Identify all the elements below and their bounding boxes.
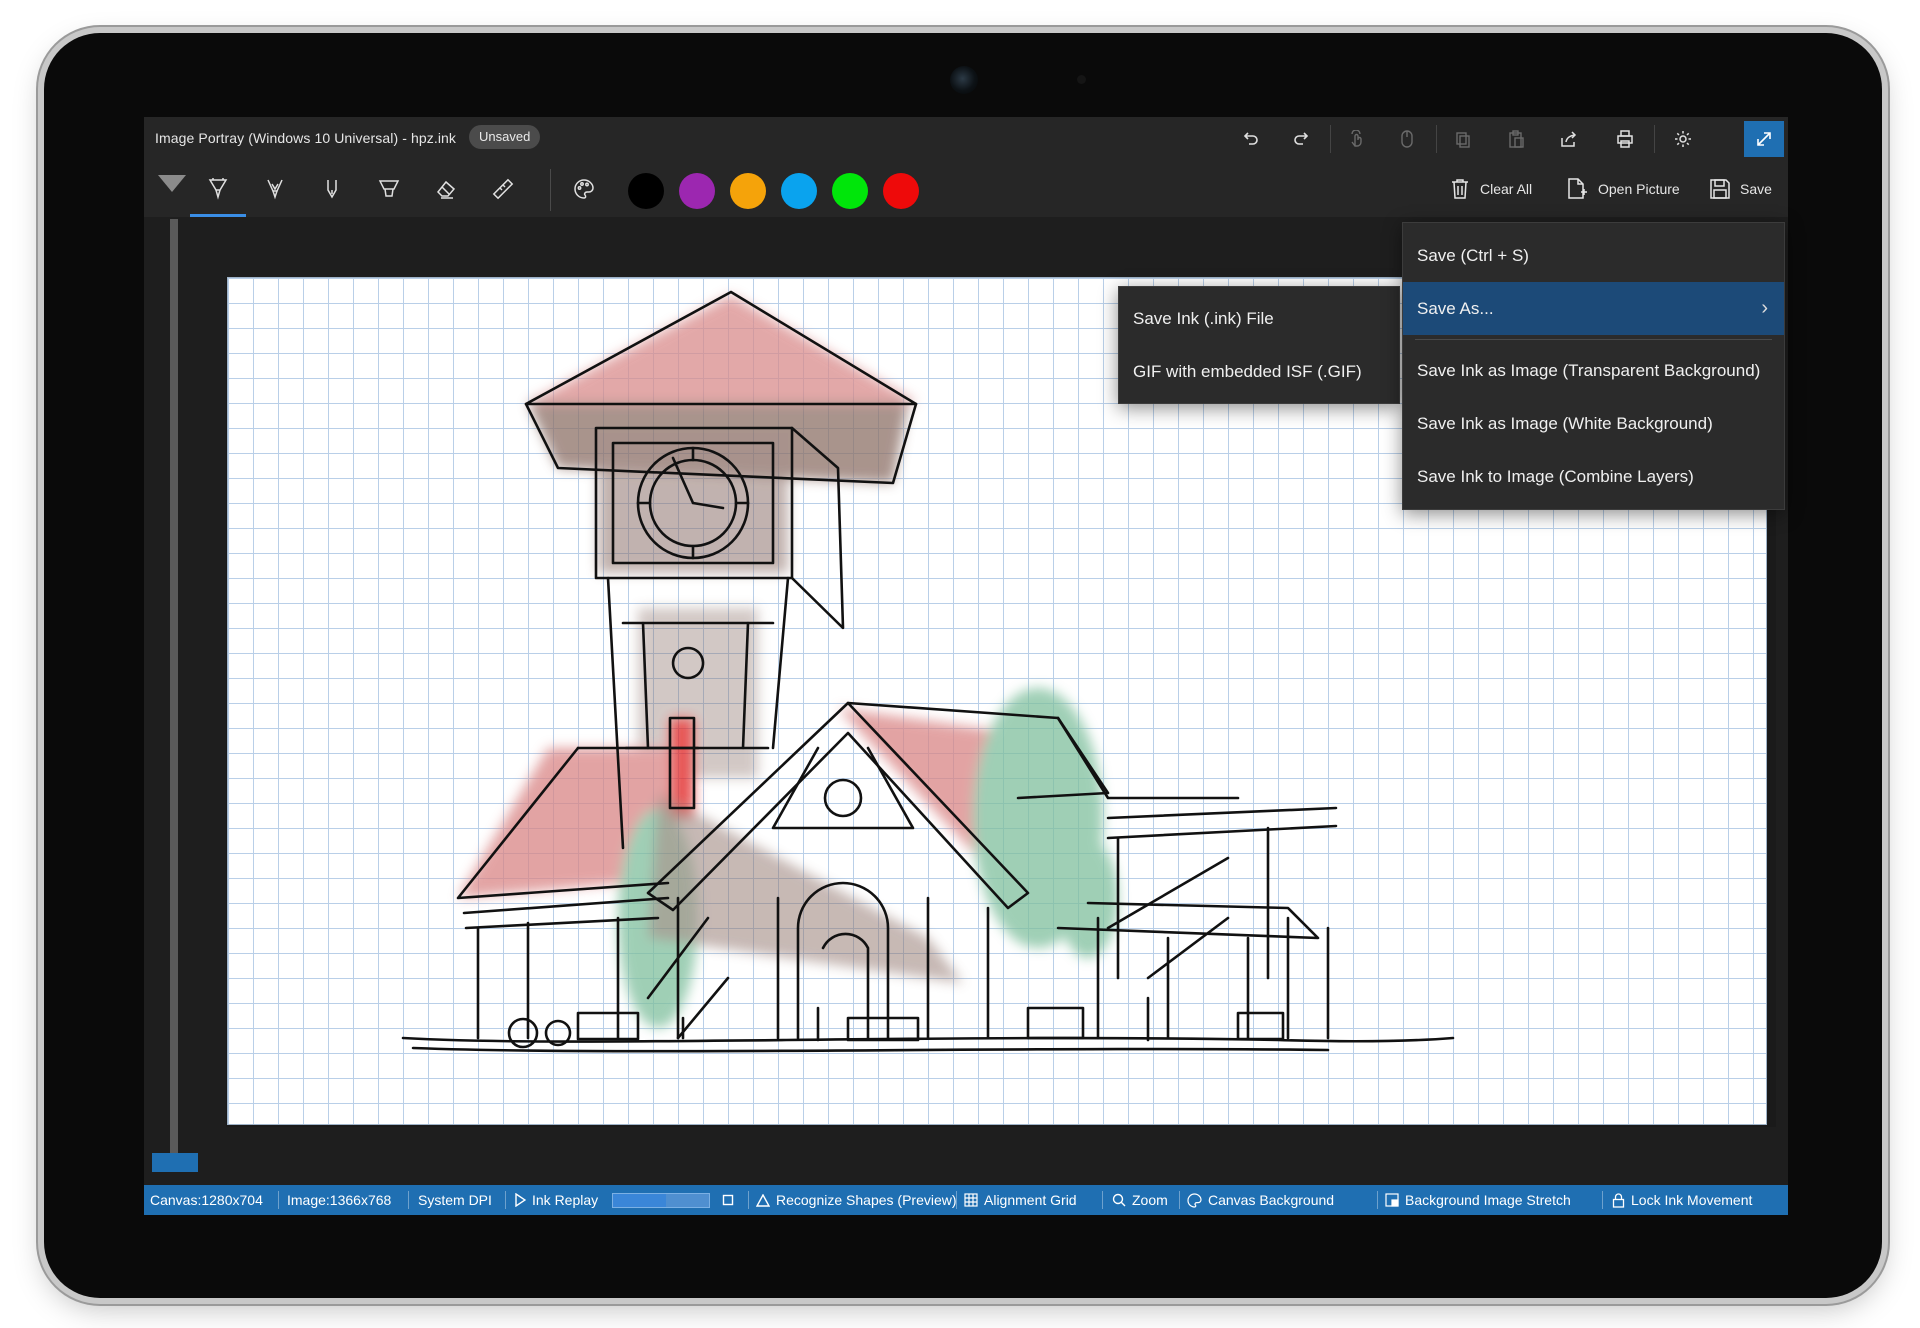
save-as-label: Save As... <box>1417 299 1494 318</box>
save-ink-combine-item[interactable]: Save Ink to Image (Combine Layers) <box>1403 450 1784 503</box>
stretch-icon <box>1385 1193 1399 1207</box>
light-sensor <box>1077 75 1086 84</box>
unsaved-badge: Unsaved <box>469 125 541 149</box>
magnifier-icon <box>1112 1193 1126 1207</box>
save-as-item[interactable]: Save As... › <box>1403 282 1784 335</box>
ink-replay-button[interactable]: Ink Replay <box>514 1185 598 1215</box>
front-camera <box>950 66 978 94</box>
save-label: Save <box>1740 181 1772 197</box>
save-ink-combine-label: Save Ink to Image (Combine Layers) <box>1417 467 1694 486</box>
color-swatch-black[interactable] <box>628 173 664 209</box>
chevron-right-icon: › <box>1761 297 1768 319</box>
status-bar: Canvas:1280x704 Image:1366x768 System DP… <box>144 1185 1788 1215</box>
fullscreen-icon[interactable] <box>1744 121 1784 157</box>
alignment-grid-label: Alignment Grid <box>984 1192 1077 1208</box>
open-file-icon <box>1568 178 1587 199</box>
palette-icon[interactable] <box>562 169 606 209</box>
undo-icon[interactable] <box>1233 123 1269 155</box>
touch-icon[interactable] <box>1339 123 1375 155</box>
eraser-tool-icon[interactable] <box>424 169 468 209</box>
pencil-tool-icon[interactable] <box>253 169 297 209</box>
color-swatch-red[interactable] <box>883 173 919 209</box>
zoom-button[interactable]: Zoom <box>1112 1185 1168 1215</box>
recognize-shapes-label: Recognize Shapes (Preview) <box>776 1192 957 1208</box>
trash-icon <box>1452 179 1468 199</box>
palette-icon <box>1187 1192 1202 1208</box>
color-swatch-green[interactable] <box>832 173 868 209</box>
save-ink-transparent-label: Save Ink as Image (Transparent Backgroun… <box>1417 361 1761 380</box>
grid-icon <box>964 1193 978 1207</box>
save-ink-white-label: Save Ink as Image (White Background) <box>1417 414 1713 433</box>
share-icon[interactable] <box>1551 123 1587 155</box>
background-image-stretch-label: Background Image Stretch <box>1405 1192 1571 1208</box>
calligraphy-pen-tool-icon[interactable] <box>310 169 354 209</box>
canvas-background-label: Canvas Background <box>1208 1192 1335 1208</box>
copy-icon[interactable] <box>1445 123 1481 155</box>
play-icon <box>515 1193 526 1207</box>
lock-ink-movement-label: Lock Ink Movement <box>1631 1192 1753 1208</box>
stop-icon[interactable] <box>722 1185 740 1215</box>
save-ink-file-item[interactable]: Save Ink (.ink) File <box>1119 292 1399 345</box>
pen-size-slider[interactable] <box>170 219 178 1169</box>
save-item-label: Save (Ctrl + S) <box>1417 246 1529 265</box>
settings-icon[interactable] <box>1665 123 1701 155</box>
color-swatch-orange[interactable] <box>730 173 766 209</box>
open-picture-label: Open Picture <box>1598 181 1680 197</box>
save-ink-white-item[interactable]: Save Ink as Image (White Background) <box>1403 397 1784 450</box>
gif-embedded-isf-item[interactable]: GIF with embedded ISF (.GIF) <box>1119 345 1399 398</box>
save-button[interactable]: Save <box>1710 173 1772 205</box>
ink-replay-progress[interactable] <box>612 1193 710 1208</box>
ink-toolbar: Clear All Open Picture Save <box>144 161 1788 217</box>
save-menu: Save (Ctrl + S) Save As... › Save Ink as… <box>1402 222 1785 510</box>
image-size-label: Image:1366x768 <box>287 1192 392 1208</box>
highlighter-tool-icon[interactable] <box>367 169 411 209</box>
ink-replay-label: Ink Replay <box>532 1192 599 1208</box>
save-ink-transparent-item[interactable]: Save Ink as Image (Transparent Backgroun… <box>1403 344 1784 397</box>
open-picture-button[interactable]: Open Picture <box>1566 173 1680 205</box>
color-swatch-blue[interactable] <box>781 173 817 209</box>
print-icon[interactable] <box>1607 123 1643 155</box>
system-dpi-button[interactable]: System DPI <box>418 1185 492 1215</box>
clear-all-label: Clear All <box>1480 181 1533 197</box>
ruler-tool-icon[interactable] <box>481 169 525 209</box>
clear-all-button[interactable]: Clear All <box>1450 173 1532 205</box>
paste-icon[interactable] <box>1498 123 1534 155</box>
alignment-grid-button[interactable]: Alignment Grid <box>964 1185 1077 1215</box>
save-item[interactable]: Save (Ctrl + S) <box>1403 229 1784 282</box>
pen-tool-icon[interactable] <box>190 169 246 217</box>
floppy-disk-icon <box>1710 179 1730 199</box>
pen-size-slider-thumb[interactable] <box>152 1153 198 1172</box>
canvas-background-button[interactable]: Canvas Background <box>1187 1185 1334 1215</box>
redo-icon[interactable] <box>1283 123 1319 155</box>
save-as-submenu: Save Ink (.ink) File GIF with embedded I… <box>1118 286 1400 404</box>
mouse-icon[interactable] <box>1389 123 1425 155</box>
canvas-size-label: Canvas:1280x704 <box>150 1192 263 1208</box>
save-ink-file-label: Save Ink (.ink) File <box>1133 309 1274 328</box>
title-bar: Image Portray (Windows 10 Universal) - h… <box>144 117 1788 161</box>
color-swatch-purple[interactable] <box>679 173 715 209</box>
lock-ink-movement-button[interactable]: Lock Ink Movement <box>1612 1185 1752 1215</box>
size-slider-arrow-icon[interactable] <box>158 175 186 192</box>
triangle-icon <box>756 1193 770 1207</box>
recognize-shapes-button[interactable]: Recognize Shapes (Preview) <box>756 1185 957 1215</box>
window-title: Image Portray (Windows 10 Universal) - h… <box>155 130 457 146</box>
background-image-stretch-button[interactable]: Background Image Stretch <box>1385 1185 1571 1215</box>
lock-icon <box>1612 1192 1625 1208</box>
zoom-label: Zoom <box>1132 1192 1168 1208</box>
gif-embedded-isf-label: GIF with embedded ISF (.GIF) <box>1133 362 1362 381</box>
